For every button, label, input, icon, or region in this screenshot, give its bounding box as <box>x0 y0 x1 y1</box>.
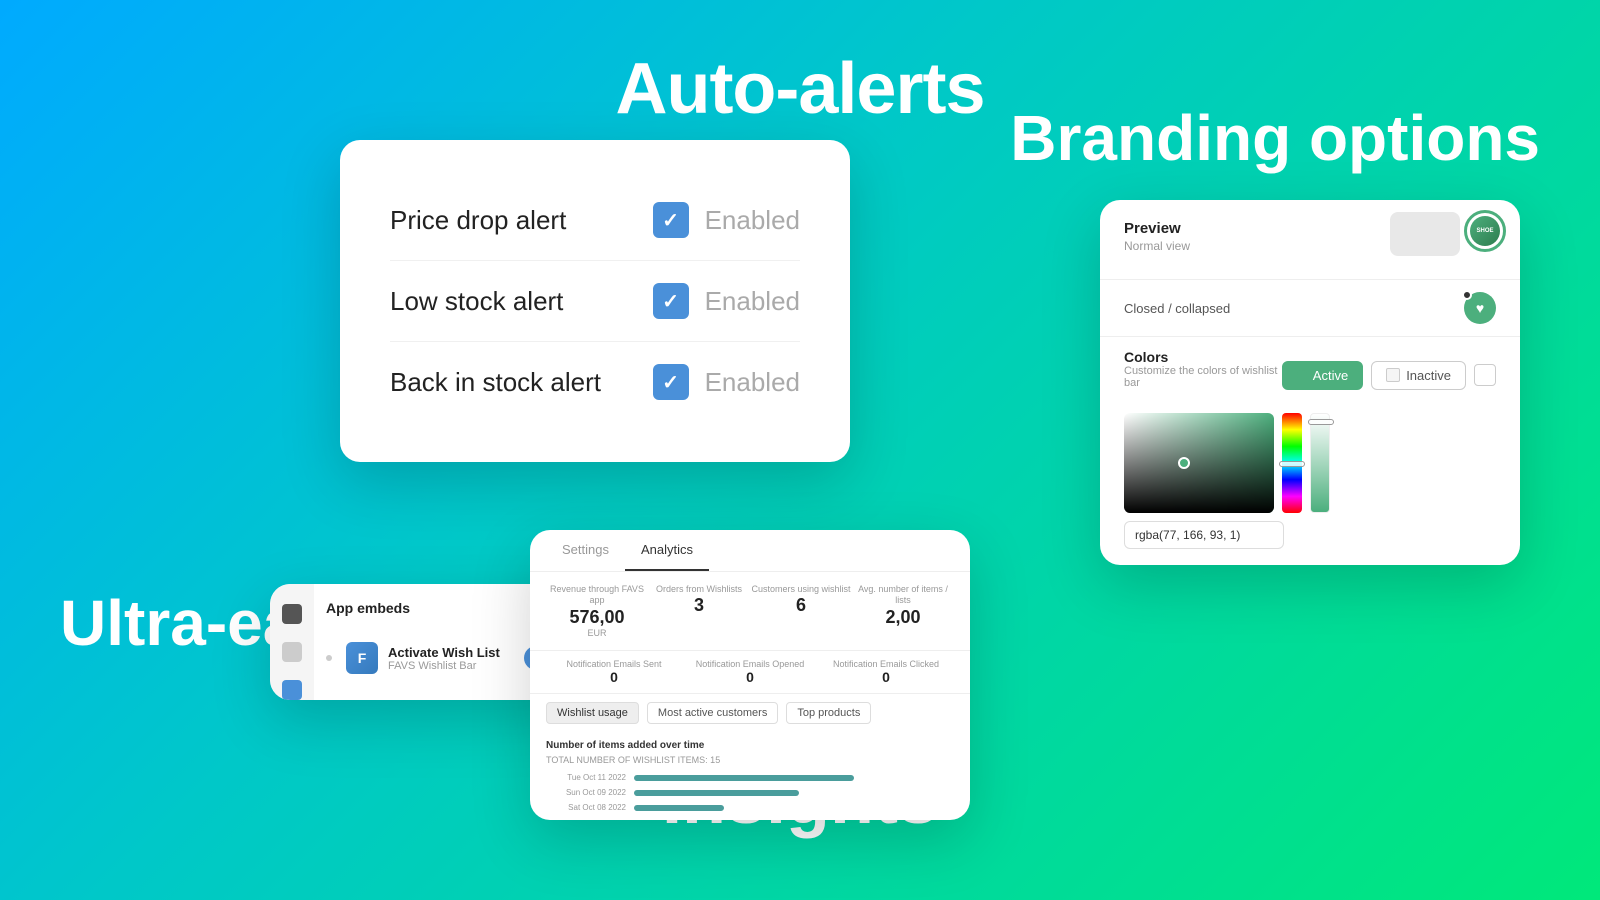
colors-title: Colors <box>1124 349 1282 365</box>
chart-date-1: Tue Oct 11 2022 <box>546 773 626 782</box>
tag-top-products[interactable]: Top products <box>786 702 871 724</box>
checkbox-price[interactable] <box>653 202 689 238</box>
chart-bar-3 <box>634 805 724 811</box>
tag-wishlist-usage[interactable]: Wishlist usage <box>546 702 639 724</box>
sidebar-icon-3[interactable] <box>282 680 302 700</box>
rgba-input[interactable] <box>1124 521 1284 549</box>
stat-avg-items: Avg. number of items / lists 2,00 <box>852 584 954 638</box>
heart-status-dot <box>1462 290 1472 300</box>
alert-row-back-stock: Back in stock alert Enabled <box>390 342 800 422</box>
checkbox-low-stock[interactable] <box>653 283 689 319</box>
app-icon: F <box>346 642 378 674</box>
tab-analytics[interactable]: Analytics <box>625 530 709 571</box>
inactive-color-checkbox <box>1386 368 1400 382</box>
alerts-card: Price drop alert Enabled Low stock alert… <box>340 140 850 462</box>
preview-logo-circle: SHOE <box>1464 210 1506 252</box>
collapsed-section: Closed / collapsed <box>1100 280 1520 337</box>
chart-date-2: Sun Oct 09 2022 <box>546 788 626 797</box>
colors-section: Colors Customize the colors of wishlist … <box>1100 337 1520 565</box>
checkbox-back-stock[interactable] <box>653 364 689 400</box>
chart-section: Number of items added over time TOTAL NU… <box>530 732 970 820</box>
enabled-price: Enabled <box>705 205 800 236</box>
analytics-stats: Revenue through FAVS app 576,00 EUR Orde… <box>530 572 970 651</box>
preview-section: Preview Normal view SHOE <box>1100 200 1520 280</box>
alert-label-back-stock: Back in stock alert <box>390 367 601 398</box>
preview-widget-bg <box>1390 212 1460 256</box>
active-color-btn[interactable]: Active <box>1282 361 1363 390</box>
colors-sub: Customize the colors of wishlist bar <box>1124 365 1282 389</box>
hue-slider[interactable] <box>1282 413 1302 513</box>
chart-row-3: Sat Oct 08 2022 <box>546 803 954 812</box>
app-name: Activate Wish List <box>388 645 500 660</box>
third-checkbox[interactable] <box>1474 364 1496 386</box>
alpha-slider[interactable] <box>1310 413 1330 513</box>
analytics-tabs: Settings Analytics <box>530 530 970 572</box>
analytics-card: Settings Analytics Revenue through FAVS … <box>530 530 970 820</box>
embeds-title: App embeds <box>326 600 410 616</box>
chart-title: Number of items added over time <box>546 740 954 751</box>
alert-row-low-stock: Low stock alert Enabled <box>390 261 800 342</box>
branding-card: Preview Normal view SHOE Closed / collap… <box>1100 200 1520 565</box>
expand-arrow <box>326 655 332 661</box>
emails-opened: Notification Emails Opened 0 <box>682 659 818 685</box>
chart-subtitle: TOTAL NUMBER OF WISHLIST ITEMS: 15 <box>546 755 954 765</box>
inactive-btn-label: Inactive <box>1406 368 1451 383</box>
tag-active-customers[interactable]: Most active customers <box>647 702 778 724</box>
alert-label-price: Price drop alert <box>390 205 566 236</box>
email-stats: Notification Emails Sent 0 Notification … <box>530 651 970 694</box>
color-picker-area <box>1124 413 1496 513</box>
chart-date-3: Sat Oct 08 2022 <box>546 803 626 812</box>
alpha-cursor[interactable] <box>1308 419 1334 425</box>
sidebar-icon-1[interactable] <box>282 604 302 624</box>
active-btn-label: Active <box>1313 368 1348 383</box>
chart-row-2: Sun Oct 09 2022 <box>546 788 954 797</box>
chart-bar-1 <box>634 775 854 781</box>
collapsed-label: Closed / collapsed <box>1124 301 1230 316</box>
sidebar-icon-2[interactable] <box>282 642 302 662</box>
enabled-low-stock: Enabled <box>705 286 800 317</box>
title-branding: Branding options <box>1010 100 1540 177</box>
app-sub: FAVS Wishlist Bar <box>388 660 500 672</box>
gradient-cursor[interactable] <box>1178 457 1190 469</box>
chart-bars: Tue Oct 11 2022 Sun Oct 09 2022 Sat Oct … <box>546 773 954 812</box>
inactive-color-btn[interactable]: Inactive <box>1371 361 1466 390</box>
tab-settings[interactable]: Settings <box>546 530 625 571</box>
stat-revenue: Revenue through FAVS app 576,00 EUR <box>546 584 648 638</box>
stat-customers: Customers using wishlist 6 <box>750 584 852 638</box>
emails-sent: Notification Emails Sent 0 <box>546 659 682 685</box>
alert-row-price: Price drop alert Enabled <box>390 180 800 261</box>
alert-label-low-stock: Low stock alert <box>390 286 563 317</box>
chart-bar-2 <box>634 790 799 796</box>
colors-toggle-group: Active Inactive <box>1282 361 1496 390</box>
preview-logo-text: SHOE <box>1476 228 1493 234</box>
preview-logo-inner: SHOE <box>1470 216 1500 246</box>
color-gradient-picker[interactable] <box>1124 413 1274 513</box>
heart-container <box>1464 292 1496 324</box>
sidebar-nav <box>270 584 314 700</box>
analytics-tag-group: Wishlist usage Most active customers Top… <box>530 694 970 732</box>
chart-row-1: Tue Oct 11 2022 <box>546 773 954 782</box>
hue-cursor[interactable] <box>1279 461 1305 467</box>
active-color-dot <box>1297 370 1307 380</box>
enabled-back-stock: Enabled <box>705 367 800 398</box>
rgba-input-row <box>1124 521 1496 549</box>
stat-orders: Orders from Wishlists 3 <box>648 584 750 638</box>
emails-clicked: Notification Emails Clicked 0 <box>818 659 954 685</box>
